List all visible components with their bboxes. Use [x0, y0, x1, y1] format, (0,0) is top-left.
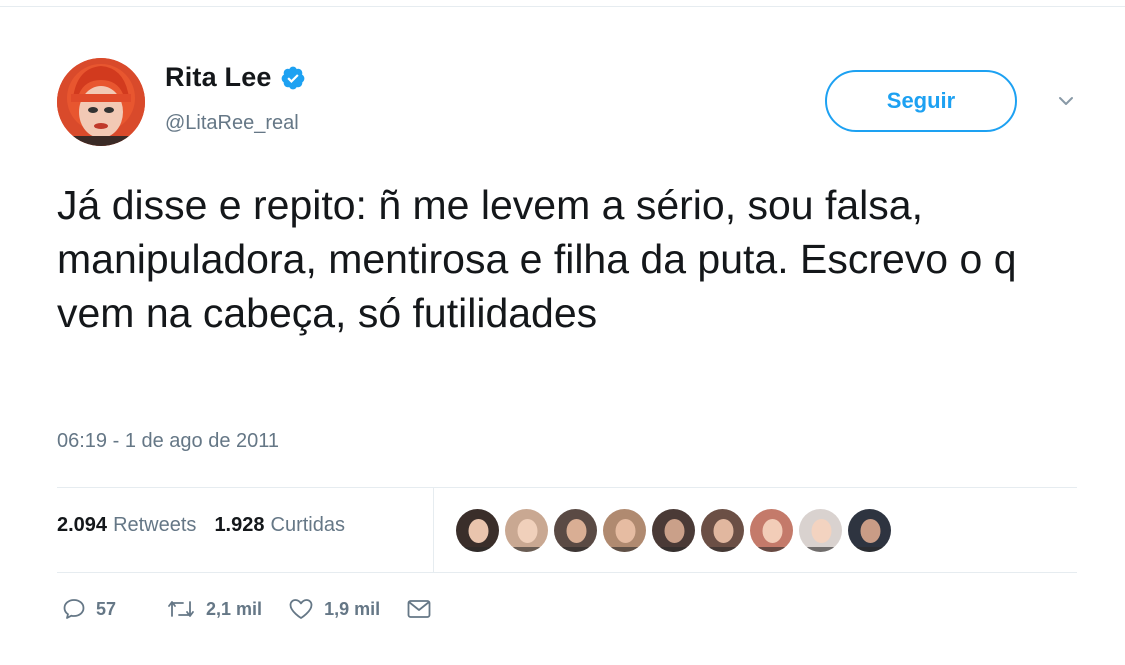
liker-avatar[interactable] — [847, 508, 892, 553]
direct-message-button[interactable] — [406, 598, 432, 620]
retweet-icon — [168, 601, 194, 617]
liker-avatar[interactable] — [798, 508, 843, 553]
divider — [57, 487, 1077, 488]
top-divider — [0, 6, 1125, 7]
handle[interactable]: @LitaRee_real — [165, 112, 299, 135]
follow-button[interactable]: Seguir — [825, 70, 1017, 132]
engagement-stats: 2.094 Retweets 1.928 Curtidas — [57, 514, 345, 537]
like-button[interactable]: 1,9 mil — [288, 598, 380, 620]
like-count: 1,9 mil — [324, 598, 381, 619]
stats-separator — [433, 487, 434, 572]
timestamp[interactable]: 06:19 - 1 de ago de 2011 — [57, 430, 279, 453]
retweet-count: 2,1 mil — [206, 598, 263, 619]
heart-icon — [289, 599, 313, 619]
reply-button[interactable]: 57 — [62, 598, 116, 620]
chevron-down-icon[interactable] — [1055, 90, 1077, 112]
action-bar: 57 2,1 mil 1,9 mil — [62, 598, 432, 620]
avatar[interactable] — [57, 58, 145, 146]
retweets-label[interactable]: Retweets — [113, 514, 196, 537]
liker-avatar[interactable] — [749, 508, 794, 553]
liker-avatar[interactable] — [602, 508, 647, 553]
retweet-button[interactable]: 2,1 mil — [166, 598, 262, 620]
name-row: Rita Lee — [165, 62, 306, 93]
retweets-count[interactable]: 2.094 — [57, 514, 107, 537]
tweet-card: Rita Lee @LitaRee_real Seguir Já disse e… — [0, 0, 1125, 665]
liker-avatar[interactable] — [700, 508, 745, 553]
envelope-icon — [407, 600, 431, 618]
reply-icon — [63, 599, 85, 619]
liker-avatar[interactable] — [455, 508, 500, 553]
liker-avatars — [455, 508, 892, 553]
likes-label[interactable]: Curtidas — [271, 514, 345, 537]
liker-avatar[interactable] — [651, 508, 696, 553]
verified-badge-icon — [280, 65, 306, 91]
reply-count: 57 — [96, 598, 117, 619]
divider — [57, 572, 1077, 573]
likes-count[interactable]: 1.928 — [214, 514, 264, 537]
liker-avatar[interactable] — [553, 508, 598, 553]
tweet-text: Já disse e repito: ñ me levem a sério, s… — [57, 182, 1017, 336]
liker-avatar[interactable] — [504, 508, 549, 553]
display-name[interactable]: Rita Lee — [165, 62, 272, 93]
